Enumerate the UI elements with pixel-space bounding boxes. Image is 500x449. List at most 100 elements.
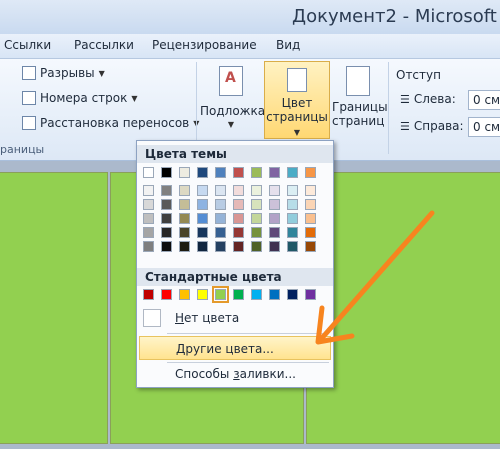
line-numbers-icon xyxy=(22,91,36,105)
theme-shade-swatch[interactable] xyxy=(305,241,316,252)
theme-shade-swatch[interactable] xyxy=(179,227,190,238)
theme-shade-swatch[interactable] xyxy=(287,241,298,252)
theme-shade-swatch[interactable] xyxy=(233,241,244,252)
watermark-label: Подложка xyxy=(200,104,266,118)
theme-shade-swatch[interactable] xyxy=(305,227,316,238)
paint-bucket-icon xyxy=(287,68,307,92)
theme-shade-swatch[interactable] xyxy=(215,241,226,252)
standard-color-swatch[interactable] xyxy=(251,289,262,300)
theme-shade-swatch[interactable] xyxy=(287,227,298,238)
theme-color-swatch[interactable] xyxy=(287,167,298,178)
tab-view[interactable]: Вид xyxy=(276,38,300,52)
tab-references[interactable]: Ссылки xyxy=(4,38,51,52)
theme-shade-swatch[interactable] xyxy=(143,199,154,210)
theme-color-swatch[interactable] xyxy=(305,167,316,178)
theme-shade-swatch[interactable] xyxy=(215,185,226,196)
chevron-down-icon: ▼ xyxy=(98,68,105,78)
standard-color-swatch[interactable] xyxy=(197,289,208,300)
theme-shade-swatch[interactable] xyxy=(143,185,154,196)
indent-right-label: Справа: xyxy=(413,119,464,133)
theme-shade-swatch[interactable] xyxy=(143,241,154,252)
indent-right-input[interactable]: 0 см xyxy=(468,117,500,137)
theme-shade-swatch[interactable] xyxy=(215,213,226,224)
fill-effects-item[interactable]: Способы заливки... xyxy=(139,362,331,386)
standard-color-swatch[interactable] xyxy=(305,289,316,300)
standard-color-swatch[interactable] xyxy=(269,289,280,300)
fill-effects-label-a: Способы xyxy=(175,367,234,381)
theme-shade-swatch[interactable] xyxy=(251,199,262,210)
document-page[interactable] xyxy=(306,172,500,444)
theme-shade-swatch[interactable] xyxy=(287,185,298,196)
theme-shade-swatch[interactable] xyxy=(269,241,280,252)
indent-left-input[interactable]: 0 см xyxy=(468,90,500,110)
fill-effects-label-b: аливки... xyxy=(239,367,296,381)
theme-shade-swatch[interactable] xyxy=(215,199,226,210)
standard-color-swatch[interactable] xyxy=(233,289,244,300)
theme-shade-swatch[interactable] xyxy=(197,199,208,210)
line-numbers-button[interactable]: Номера строк ▼ xyxy=(22,91,138,105)
standard-color-swatch[interactable] xyxy=(179,289,190,300)
page-borders-label-1: Границы xyxy=(332,100,388,114)
theme-shade-swatch[interactable] xyxy=(233,213,244,224)
theme-shade-swatch[interactable] xyxy=(161,227,172,238)
watermark-button[interactable]: A Подложка ▼ xyxy=(200,66,266,132)
tab-review[interactable]: Рецензирование xyxy=(152,38,257,52)
page-borders-button[interactable]: Границы страниц xyxy=(332,66,388,128)
theme-shade-swatch[interactable] xyxy=(305,185,316,196)
theme-shade-swatch[interactable] xyxy=(269,185,280,196)
theme-color-swatch[interactable] xyxy=(251,167,262,178)
theme-color-swatch[interactable] xyxy=(197,167,208,178)
theme-shade-swatch[interactable] xyxy=(251,227,262,238)
theme-shade-swatch[interactable] xyxy=(179,185,190,196)
document-page[interactable] xyxy=(0,172,108,444)
standard-color-swatch[interactable] xyxy=(161,289,172,300)
theme-color-swatch[interactable] xyxy=(161,167,172,178)
theme-color-swatch[interactable] xyxy=(143,167,154,178)
theme-shade-swatch[interactable] xyxy=(161,213,172,224)
theme-shade-swatch[interactable] xyxy=(179,213,190,224)
theme-shade-swatch[interactable] xyxy=(269,199,280,210)
breaks-icon xyxy=(22,66,36,80)
theme-shade-swatch[interactable] xyxy=(269,227,280,238)
no-color-item[interactable]: Нет цвета xyxy=(139,306,331,330)
theme-shade-swatch[interactable] xyxy=(305,199,316,210)
theme-color-swatch[interactable] xyxy=(269,167,280,178)
theme-shade-swatch[interactable] xyxy=(233,199,244,210)
more-colors-label: Другие цвета... xyxy=(176,337,274,361)
theme-shade-swatch[interactable] xyxy=(251,241,262,252)
title-bar: Документ2 - Microsoft W xyxy=(0,0,500,34)
indent-left-icon: ☰ xyxy=(400,92,410,106)
theme-shade-swatch[interactable] xyxy=(251,185,262,196)
theme-shade-swatch[interactable] xyxy=(161,199,172,210)
theme-shade-swatch[interactable] xyxy=(305,213,316,224)
standard-color-swatch[interactable] xyxy=(212,286,229,303)
theme-shade-swatch[interactable] xyxy=(197,185,208,196)
theme-shade-swatch[interactable] xyxy=(161,185,172,196)
theme-shade-swatch[interactable] xyxy=(197,227,208,238)
theme-shade-swatch[interactable] xyxy=(287,199,298,210)
theme-color-swatch[interactable] xyxy=(179,167,190,178)
breaks-button[interactable]: Разрывы ▼ xyxy=(22,66,105,80)
theme-shade-swatch[interactable] xyxy=(287,213,298,224)
theme-shade-swatch[interactable] xyxy=(197,213,208,224)
standard-color-swatch[interactable] xyxy=(143,289,154,300)
theme-shade-swatch[interactable] xyxy=(215,227,226,238)
theme-shade-swatch[interactable] xyxy=(179,241,190,252)
theme-shade-swatch[interactable] xyxy=(143,227,154,238)
theme-shade-swatch[interactable] xyxy=(233,185,244,196)
hyphenation-button[interactable]: Расстановка переносов ▼ xyxy=(22,116,199,130)
theme-shade-swatch[interactable] xyxy=(143,213,154,224)
theme-shade-swatch[interactable] xyxy=(161,241,172,252)
theme-shade-swatch[interactable] xyxy=(179,199,190,210)
theme-shade-swatch[interactable] xyxy=(197,241,208,252)
page-color-label-1: Цвет xyxy=(281,96,313,110)
tab-mailings[interactable]: Рассылки xyxy=(74,38,134,52)
theme-shade-swatch[interactable] xyxy=(269,213,280,224)
theme-color-swatch[interactable] xyxy=(215,167,226,178)
theme-shade-swatch[interactable] xyxy=(233,227,244,238)
more-colors-item[interactable]: Другие цвета... xyxy=(139,336,331,360)
theme-color-swatch[interactable] xyxy=(233,167,244,178)
standard-color-swatch[interactable] xyxy=(287,289,298,300)
page-color-button[interactable]: Цвет страницы ▼ xyxy=(264,61,330,139)
theme-shade-swatch[interactable] xyxy=(251,213,262,224)
